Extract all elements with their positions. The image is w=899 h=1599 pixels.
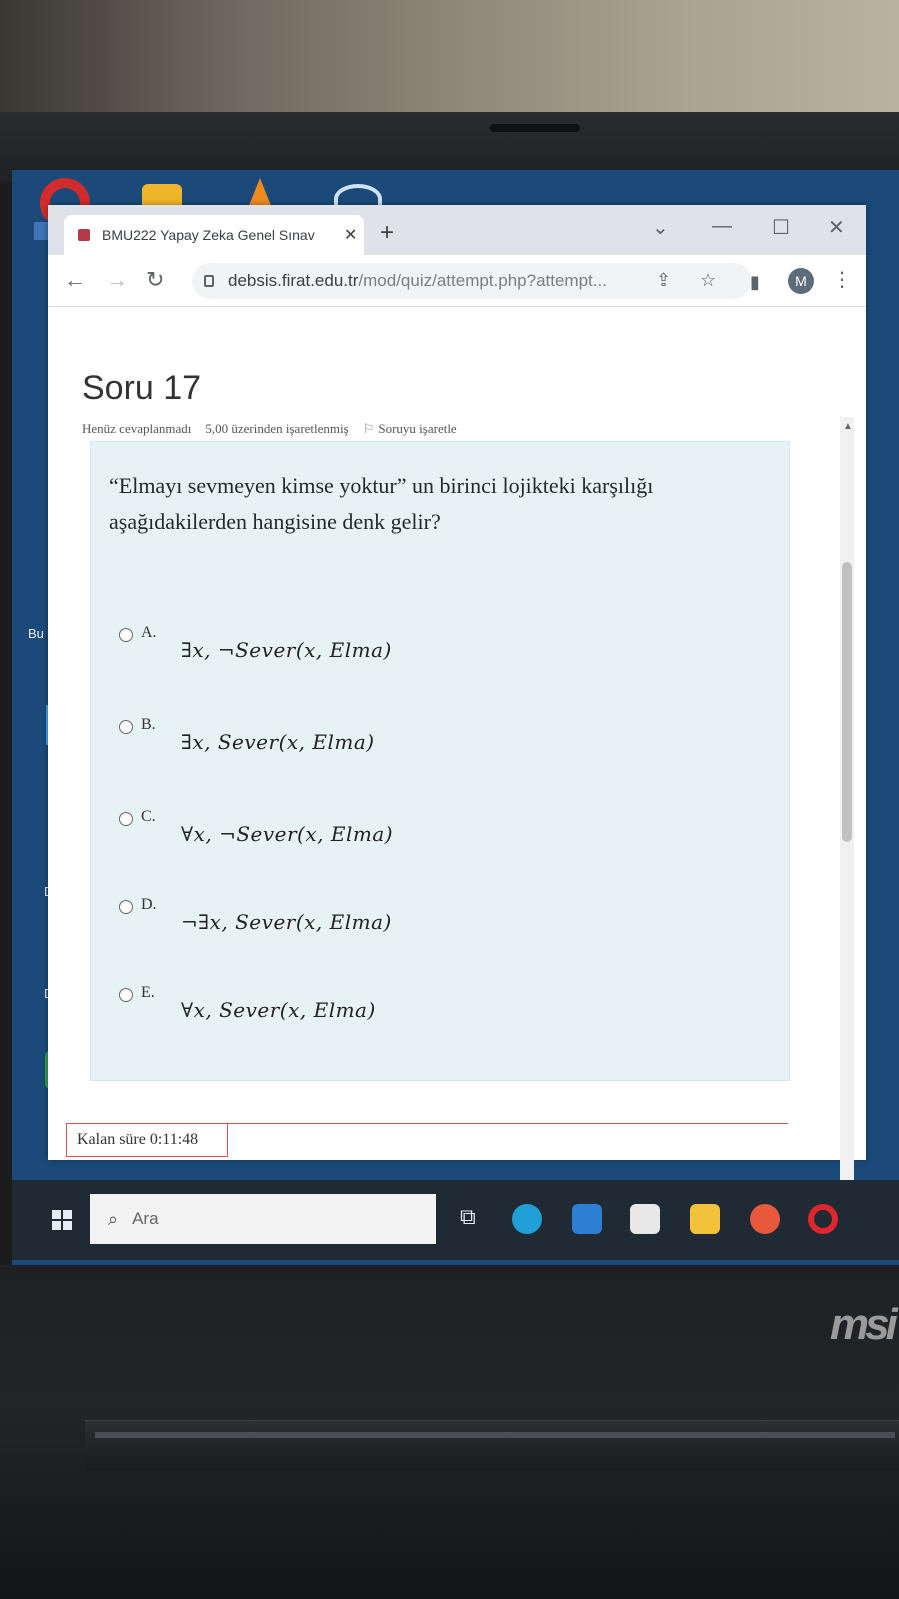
flag-question-link[interactable]: ⚐ Soruyu işaretle	[363, 421, 457, 437]
answer-option-c[interactable]: C. ∀x, ¬Sever(x, Elma)	[119, 808, 393, 846]
store-icon[interactable]	[630, 1204, 660, 1234]
browser-window: BMU222 Yapay Zeka Genel Sınav ✕ + ⌄ — ☐ …	[48, 205, 866, 1257]
radio-button[interactable]	[119, 720, 133, 734]
scrollbar-thumb[interactable]	[842, 562, 852, 842]
reload-icon[interactable]: ↻	[146, 269, 164, 291]
back-arrow-icon[interactable]: ←	[64, 269, 86, 291]
option-formula: ¬∃x, Sever(x, Elma)	[181, 910, 392, 934]
answer-option-a[interactable]: A. ∃x, ¬Sever(x, Elma)	[119, 624, 392, 662]
radio-button[interactable]	[119, 900, 133, 914]
question-text: “Elmayı sevmeyen kimse yoktur” un birinc…	[109, 473, 654, 534]
option-formula: ∃x, ¬Sever(x, Elma)	[181, 638, 392, 662]
webcam	[490, 124, 580, 132]
tab-close-icon[interactable]: ✕	[344, 225, 357, 245]
scroll-up-icon[interactable]: ▲	[843, 421, 853, 432]
question-marks: 5,00 üzerinden işaretlenmiş	[205, 421, 349, 436]
radio-button[interactable]	[119, 628, 133, 642]
new-tab-button[interactable]: +	[380, 221, 394, 245]
option-letter: A.	[141, 624, 157, 641]
url-host: debsis.firat.edu.tr	[228, 271, 359, 290]
edge-icon[interactable]	[512, 1204, 542, 1234]
address-bar[interactable]: debsis.firat.edu.tr/mod/quiz/attempt.php…	[192, 263, 752, 299]
radio-button[interactable]	[119, 988, 133, 1002]
mail-icon[interactable]	[572, 1204, 602, 1234]
option-formula: ∀x, ¬Sever(x, Elma)	[181, 822, 394, 846]
windows-taskbar: ⌕ Ara ⧉	[12, 1180, 899, 1260]
opera-icon[interactable]	[808, 1204, 838, 1234]
url-path: /mod/quiz/attempt.php?attempt...	[358, 271, 607, 290]
option-letter: B.	[141, 716, 156, 733]
side-panel-icon[interactable]: ▮	[750, 271, 760, 293]
vlc-icon[interactable]	[248, 178, 272, 208]
file-explorer-icon[interactable]	[690, 1204, 720, 1234]
option-letter: E.	[141, 984, 155, 1001]
flag-question-label: Soruyu işaretle	[378, 421, 457, 436]
answer-option-d[interactable]: D. ¬∃x, Sever(x, Elma)	[119, 896, 392, 934]
share-icon[interactable]: ⇪	[656, 270, 671, 291]
question-status: Henüz cevaplanmadı	[82, 421, 192, 436]
desktop-label: Bu	[28, 626, 44, 641]
question-heading: Soru 17	[82, 369, 202, 407]
search-placeholder: Ara	[132, 1209, 159, 1228]
tab-search-chevron-icon[interactable]: ⌄	[652, 215, 669, 240]
timer-divider	[228, 1123, 788, 1124]
close-window-icon[interactable]: ✕	[828, 215, 845, 240]
url-text: debsis.firat.edu.tr/mod/quiz/attempt.php…	[228, 271, 648, 291]
option-letter: C.	[141, 808, 156, 825]
task-view-icon[interactable]: ⧉	[460, 1204, 490, 1234]
radio-button[interactable]	[119, 812, 133, 826]
hinge-strip	[95, 1432, 895, 1438]
favicon-icon	[78, 229, 90, 241]
laptop-hinge	[85, 1420, 899, 1470]
firefox-icon[interactable]	[750, 1204, 780, 1234]
forward-arrow-icon[interactable]: →	[106, 269, 128, 291]
question-box: “Elmayı sevmeyen kimse yoktur” un birinc…	[90, 441, 790, 1081]
menu-dots-icon[interactable]: ⋮	[832, 267, 852, 292]
taskbar-search[interactable]: ⌕ Ara	[90, 1194, 436, 1244]
minimize-icon[interactable]: —	[712, 215, 732, 238]
tab-title: BMU222 Yapay Zeka Genel Sınav	[102, 227, 315, 243]
browser-toolbar: ← → ↻ debsis.firat.edu.tr/mod/quiz/attem…	[48, 255, 866, 307]
time-remaining: Kalan süre 0:11:48	[66, 1123, 228, 1157]
flag-icon: ⚐	[362, 421, 375, 436]
question-info: Henüz cevaplanmadı 5,00 üzerinden işaret…	[82, 421, 457, 437]
laptop-brand-logo: msi	[830, 1300, 898, 1349]
option-formula: ∃x, Sever(x, Elma)	[181, 730, 375, 754]
search-icon: ⌕	[108, 1208, 119, 1229]
answer-option-e[interactable]: E. ∀x, Sever(x, Elma)	[119, 984, 376, 1022]
option-formula: ∀x, Sever(x, Elma)	[181, 998, 376, 1022]
background-wall	[0, 0, 899, 120]
browser-tab[interactable]: BMU222 Yapay Zeka Genel Sınav ✕	[64, 215, 364, 255]
bookmark-star-icon[interactable]: ☆	[700, 270, 716, 291]
browser-titlebar: BMU222 Yapay Zeka Genel Sınav ✕ + ⌄ — ☐ …	[48, 205, 866, 255]
maximize-icon[interactable]: ☐	[772, 215, 790, 240]
lock-icon[interactable]	[204, 275, 214, 287]
page-content: Soru 17 Henüz cevaplanmadı 5,00 üzerinde…	[48, 307, 866, 1257]
profile-avatar[interactable]: M	[788, 268, 814, 294]
answer-option-b[interactable]: B. ∃x, Sever(x, Elma)	[119, 716, 375, 754]
windows-start-icon[interactable]	[52, 1210, 72, 1230]
option-letter: D.	[141, 896, 157, 913]
